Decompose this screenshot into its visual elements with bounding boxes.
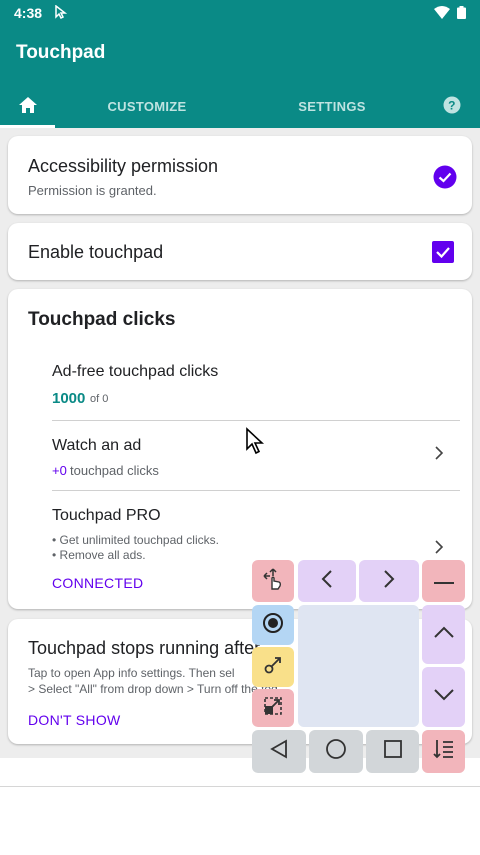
radio-button-icon [262,612,284,639]
status-bar: 4:38 [0,0,480,26]
touchpad-pro-feature-1: • Get unlimited touchpad clicks. [52,533,219,547]
back-arrow-button[interactable] [298,560,356,602]
mouse-pointer-icon [245,427,265,460]
app-bar: 4:38 Touchpad CUSTOMIZE SETTINGS ? [0,0,480,128]
adfree-clicks-title: Ad-free touchpad clicks [52,363,219,380]
tab-help[interactable]: ? [437,84,467,128]
chevron-left-icon [320,569,334,594]
dont-show-button[interactable]: DON'T SHOW [28,712,121,728]
stops-title: Touchpad stops running after [28,638,261,658]
battery-icon [457,6,466,24]
chevron-up-icon [433,625,455,644]
resize-button[interactable] [252,689,294,727]
accessibility-title: Accessibility permission [28,156,219,176]
check-circle-icon [433,165,457,194]
record-button[interactable] [252,605,294,645]
nav-recents-button[interactable] [366,730,419,773]
divider [0,786,480,787]
pointer-tool-button[interactable] [252,647,294,687]
touchpad-surface[interactable] [298,605,419,727]
tab-settings[interactable]: SETTINGS [280,84,384,128]
touchpad-pro-title: Touchpad PRO [52,507,161,524]
adfree-clicks-total: of 0 [90,393,109,405]
nav-back-button[interactable] [252,730,306,773]
touchpad-clicks-heading: Touchpad clicks [28,309,176,330]
scroll-up-button[interactable] [422,605,465,664]
wifi-icon [434,6,450,24]
chevron-right-icon [382,569,396,594]
mouse-cursor-icon [55,4,68,24]
key-cursor-icon [262,654,284,681]
enable-touchpad-label: Enable touchpad [28,242,164,262]
sort-lines-icon [432,737,456,766]
circle-home-icon [325,738,347,765]
move-overlay-button[interactable] [252,560,294,602]
chevron-right-icon [434,444,444,467]
enable-touchpad-checkbox[interactable] [432,241,454,268]
tab-home[interactable] [0,84,55,128]
more-options-button[interactable] [422,730,465,773]
triangle-back-icon [269,739,289,764]
square-recents-icon [383,739,403,764]
minus-icon [433,568,455,595]
connected-label: CONNECTED [52,575,144,591]
help-icon: ? [443,96,461,117]
watch-ad-suffix: touchpad clicks [70,463,159,478]
accessibility-permission-card[interactable]: Accessibility permission Permission is g… [8,136,472,214]
home-icon [18,96,38,117]
stops-line-2: > Select "All" from drop down > Turn off… [28,682,278,696]
status-time: 4:38 [14,5,43,21]
tab-customize[interactable]: CUSTOMIZE [92,84,202,128]
forward-arrow-button[interactable] [359,560,419,602]
drag-hand-icon [261,567,285,596]
enable-touchpad-card[interactable]: Enable touchpad [8,223,472,280]
minimize-button[interactable] [422,560,465,602]
watch-ad-row[interactable]: Watch an ad +0 touchpad clicks [8,421,472,489]
scroll-down-button[interactable] [422,667,465,727]
tab-bar: CUSTOMIZE SETTINGS ? [0,84,480,128]
app-title: Touchpad [16,42,106,63]
svg-text:?: ? [448,98,456,112]
adfree-clicks-count: 1000 [52,390,86,407]
watch-ad-title: Watch an ad [52,437,142,454]
resize-icon [262,695,284,722]
chevron-right-icon [434,538,444,561]
stops-line-1: Tap to open App info settings. Then sel [28,666,235,680]
touchpad-pro-feature-2: • Remove all ads. [52,548,146,562]
watch-ad-plus: +0 [52,463,67,478]
accessibility-subtitle: Permission is granted. [28,183,157,198]
chevron-down-icon [433,688,455,707]
nav-home-button[interactable] [309,730,363,773]
